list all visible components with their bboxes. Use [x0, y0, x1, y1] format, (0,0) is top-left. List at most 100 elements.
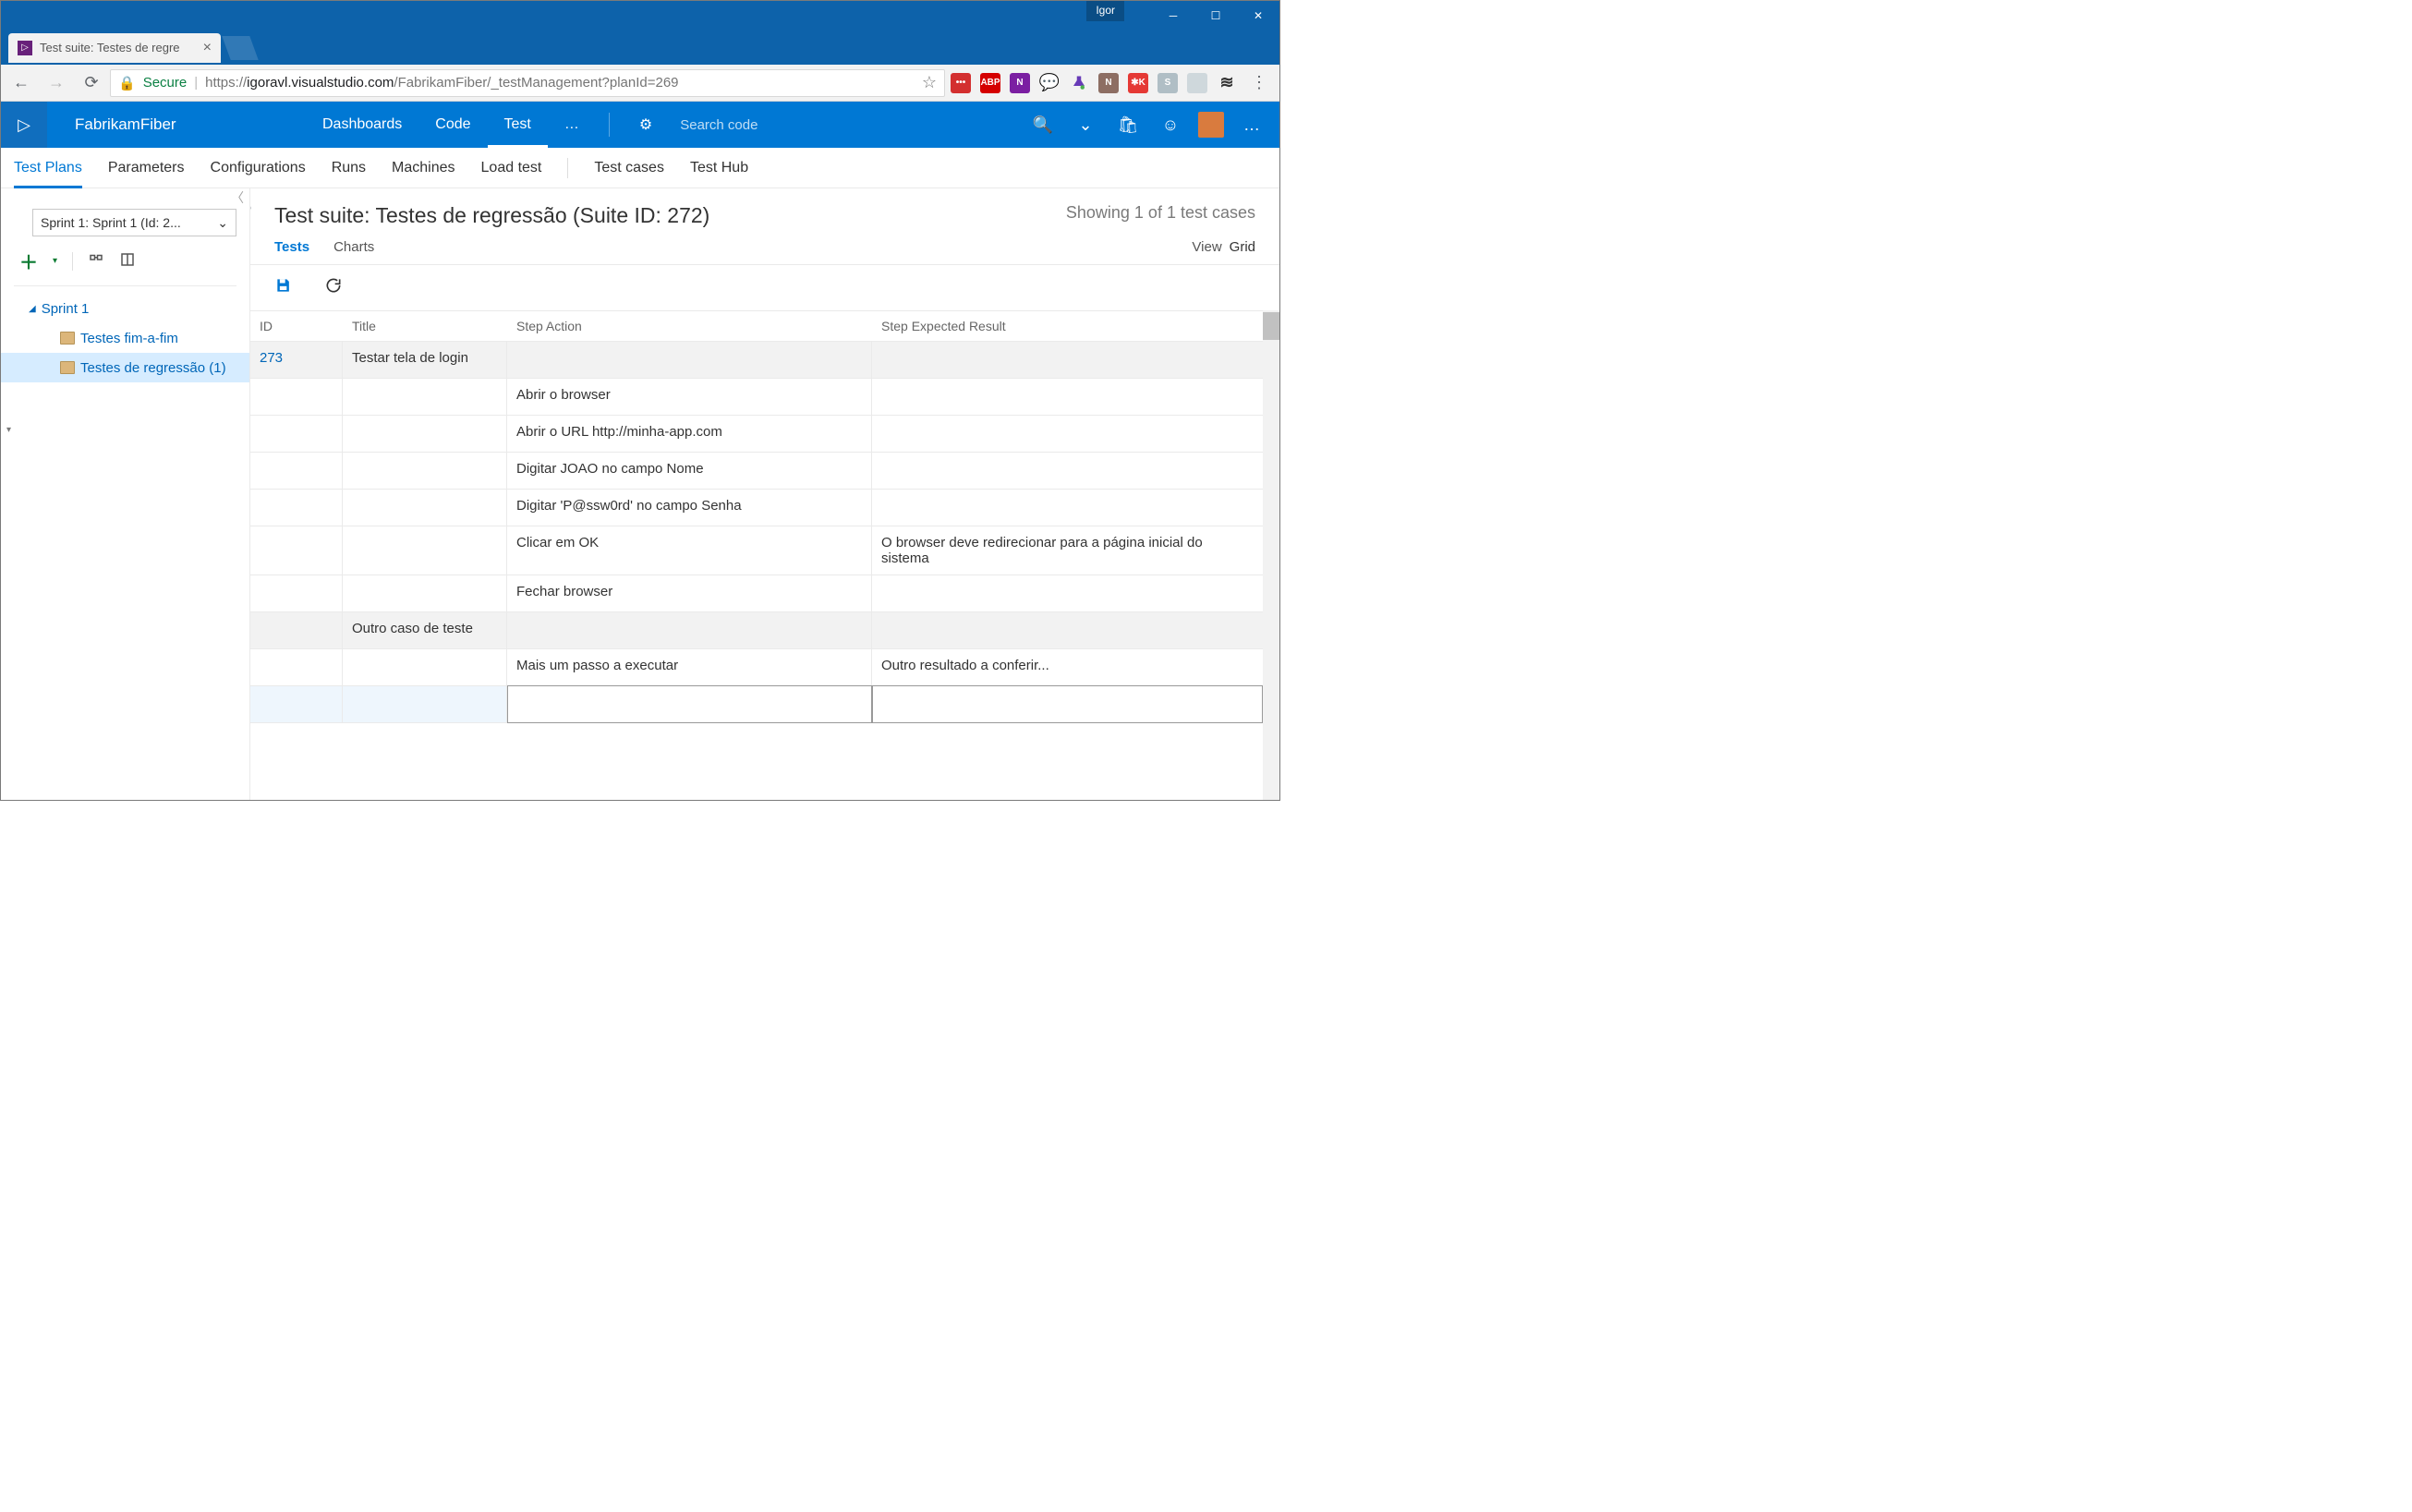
- extension-icon[interactable]: [1187, 73, 1207, 93]
- cell-title[interactable]: Outro caso de teste: [343, 612, 507, 648]
- refresh-icon[interactable]: [324, 276, 343, 299]
- user-avatar[interactable]: [1198, 112, 1224, 138]
- extension-icon[interactable]: ≋: [1217, 73, 1237, 93]
- cell-title[interactable]: [343, 686, 507, 722]
- grid-row[interactable]: Outro caso de teste: [250, 612, 1263, 649]
- hub-tab-test-hub[interactable]: Test Hub: [690, 148, 748, 188]
- vsts-logo-icon[interactable]: ▷: [1, 102, 47, 148]
- search-box[interactable]: [669, 117, 1028, 133]
- extension-icon[interactable]: [1069, 73, 1089, 93]
- cell-id[interactable]: [250, 416, 343, 452]
- grid-row[interactable]: Fechar browser: [250, 575, 1263, 612]
- cell-id[interactable]: [250, 612, 343, 648]
- browser-tab[interactable]: ▷ Test suite: Testes de regre ×: [8, 33, 221, 63]
- cell-title[interactable]: [343, 379, 507, 415]
- tab-close-icon[interactable]: ×: [203, 40, 212, 56]
- add-dropdown-icon[interactable]: ▾: [53, 256, 57, 266]
- cell-action[interactable]: [507, 685, 872, 723]
- hub-tab-machines[interactable]: Machines: [392, 148, 455, 188]
- search-icon[interactable]: 🔍: [1028, 110, 1058, 139]
- feedback-smile-icon[interactable]: ☺: [1156, 110, 1185, 139]
- nav-code[interactable]: Code: [418, 102, 487, 148]
- cell-action[interactable]: [507, 612, 872, 648]
- extension-icon[interactable]: ABP: [980, 73, 1000, 93]
- new-tab-button[interactable]: [222, 36, 258, 60]
- vertical-scrollbar[interactable]: [1263, 310, 1279, 800]
- address-bar[interactable]: 🔒 Secure | https://igoravl.visualstudio.…: [110, 69, 945, 97]
- cell-id[interactable]: [250, 686, 343, 722]
- cell-id[interactable]: [250, 490, 343, 526]
- tree-item[interactable]: Testes fim-a-fim: [1, 323, 249, 353]
- cell-expected[interactable]: [872, 612, 1263, 648]
- cell-action[interactable]: Mais um passo a executar: [507, 649, 872, 685]
- pivot-tests[interactable]: Tests: [274, 239, 309, 255]
- cell-expected[interactable]: [872, 416, 1263, 452]
- cell-title[interactable]: [343, 490, 507, 526]
- cell-id[interactable]: [250, 575, 343, 611]
- close-window-button[interactable]: ✕: [1237, 1, 1279, 30]
- cell-expected[interactable]: [872, 575, 1263, 611]
- save-all-icon[interactable]: [274, 276, 293, 299]
- grid-row[interactable]: Abrir o browser: [250, 379, 1263, 416]
- chevron-down-icon[interactable]: ⌄: [1071, 110, 1100, 139]
- nav-more[interactable]: …: [548, 102, 596, 148]
- project-name[interactable]: FabrikamFiber: [47, 115, 306, 134]
- cell-action[interactable]: [507, 342, 872, 378]
- search-input[interactable]: [680, 117, 920, 133]
- cell-expected[interactable]: [872, 490, 1263, 526]
- cell-title[interactable]: Testar tela de login: [343, 342, 507, 378]
- cell-title[interactable]: [343, 649, 507, 685]
- marketplace-icon[interactable]: 🛍: [1113, 110, 1143, 139]
- cell-expected[interactable]: [872, 342, 1263, 378]
- grid-row[interactable]: Abrir o URL http://minha-app.com: [250, 416, 1263, 453]
- cell-id[interactable]: 273: [250, 342, 343, 378]
- overflow-menu-icon[interactable]: …: [1237, 110, 1267, 139]
- tree-collapse-icon[interactable]: [88, 251, 104, 271]
- hub-tab-test-plans[interactable]: Test Plans: [14, 148, 82, 188]
- grid-row[interactable]: Digitar JOAO no campo Nome: [250, 453, 1263, 490]
- open-panel-icon[interactable]: [119, 251, 136, 271]
- view-value[interactable]: Grid: [1230, 239, 1255, 255]
- extension-icon[interactable]: N: [1098, 73, 1119, 93]
- cell-expected[interactable]: [872, 685, 1263, 723]
- extension-icon[interactable]: N: [1010, 73, 1030, 93]
- settings-gear-icon[interactable]: ⚙: [623, 102, 669, 148]
- cell-id[interactable]: [250, 649, 343, 685]
- cell-action[interactable]: Digitar JOAO no campo Nome: [507, 453, 872, 489]
- grid-row[interactable]: Digitar 'P@ssw0rd' no campo Senha: [250, 490, 1263, 526]
- extension-icon[interactable]: ✱K: [1128, 73, 1148, 93]
- grid-row[interactable]: Clicar em OKO browser deve redirecionar …: [250, 526, 1263, 575]
- pivot-charts[interactable]: Charts: [333, 239, 374, 255]
- collapse-sidebar-icon[interactable]: 〈: [1, 188, 249, 207]
- col-header-id[interactable]: ID: [250, 311, 343, 341]
- add-button[interactable]: ＋: [19, 248, 38, 274]
- cell-title[interactable]: [343, 526, 507, 575]
- col-header-action[interactable]: Step Action: [507, 311, 872, 341]
- hub-tab-load-test[interactable]: Load test: [481, 148, 542, 188]
- col-header-expected[interactable]: Step Expected Result: [872, 311, 1263, 341]
- grid-row[interactable]: [250, 686, 1263, 723]
- reload-button[interactable]: ⟳: [75, 67, 108, 100]
- hub-tab-test-cases[interactable]: Test cases: [594, 148, 664, 188]
- grid-row[interactable]: 273Testar tela de login: [250, 342, 1263, 379]
- tree-root[interactable]: ◢ Sprint 1: [1, 294, 249, 323]
- cell-title[interactable]: [343, 453, 507, 489]
- cell-expected[interactable]: Outro resultado a conferir...: [872, 649, 1263, 685]
- cell-id[interactable]: [250, 453, 343, 489]
- filter-icon[interactable]: ⟩: [250, 196, 253, 220]
- cell-action[interactable]: Abrir o browser: [507, 379, 872, 415]
- extension-icon[interactable]: 💬: [1039, 73, 1060, 93]
- cell-action[interactable]: Digitar 'P@ssw0rd' no campo Senha: [507, 490, 872, 526]
- cell-title[interactable]: [343, 575, 507, 611]
- back-button[interactable]: ←: [5, 67, 38, 100]
- hub-tab-parameters[interactable]: Parameters: [108, 148, 185, 188]
- forward-button[interactable]: →: [40, 67, 73, 100]
- maximize-button[interactable]: ☐: [1194, 1, 1237, 30]
- cell-action[interactable]: Clicar em OK: [507, 526, 872, 575]
- cell-expected[interactable]: [872, 453, 1263, 489]
- tree-item-selected[interactable]: Testes de regressão (1): [1, 353, 249, 382]
- nav-dashboards[interactable]: Dashboards: [306, 102, 418, 148]
- caret-down-icon[interactable]: ▾: [6, 425, 11, 435]
- hub-tab-runs[interactable]: Runs: [332, 148, 366, 188]
- cell-id[interactable]: [250, 379, 343, 415]
